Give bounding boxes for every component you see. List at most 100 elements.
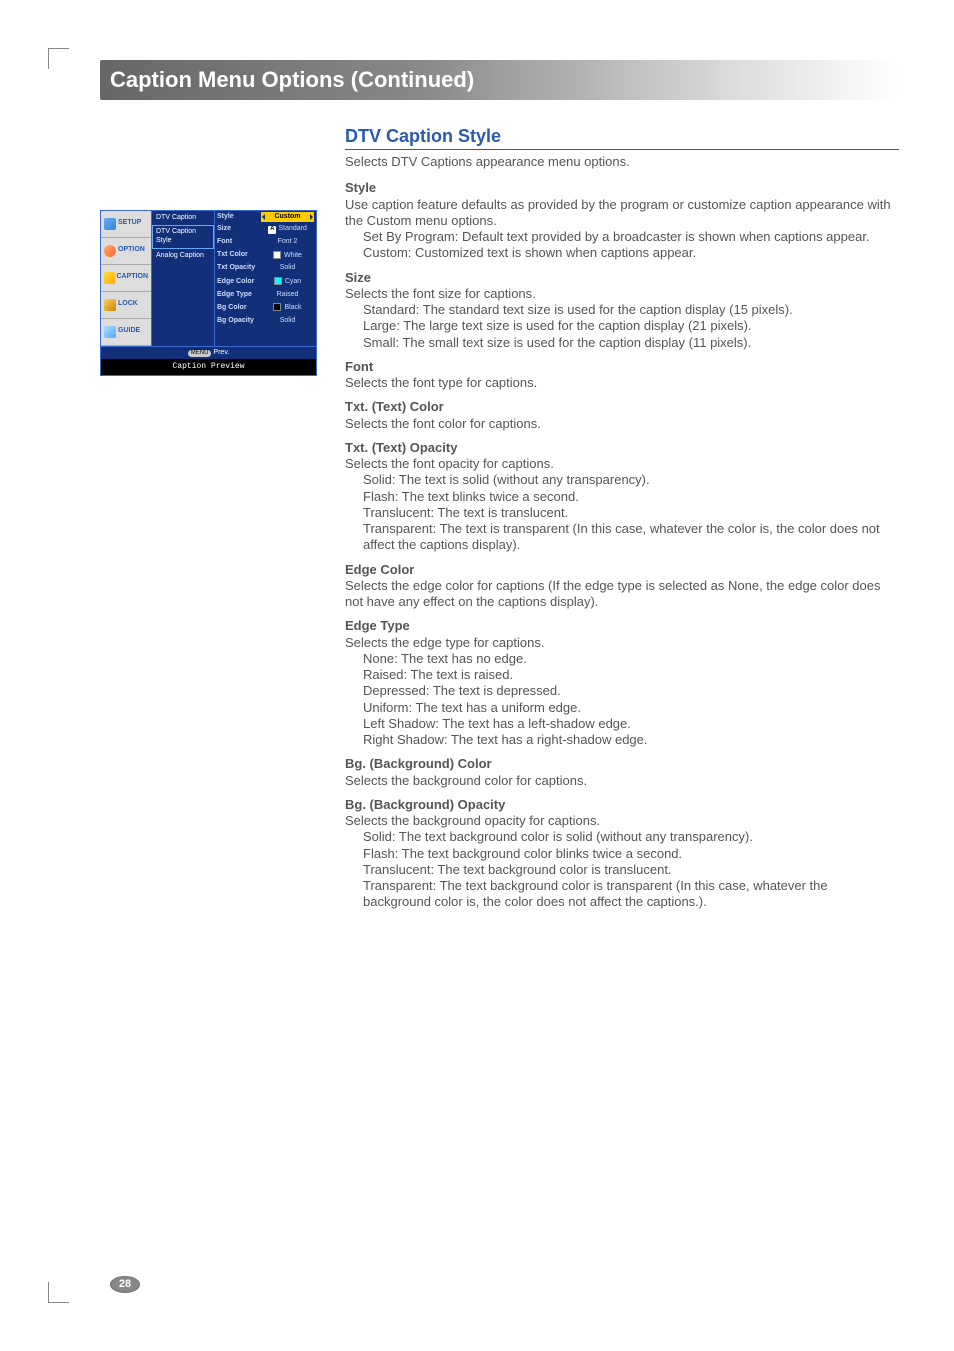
osd-sub-item: DTV Caption Style bbox=[152, 225, 214, 249]
subsection-item: Large: The large text size is used for t… bbox=[345, 318, 899, 334]
subsection-item: None: The text has no edge. bbox=[345, 651, 899, 667]
subsection-body: Selects the edge color for captions (If … bbox=[345, 578, 899, 611]
color-swatch-icon bbox=[274, 277, 282, 285]
osd-property-row: Edge Type Raised bbox=[215, 289, 316, 302]
osd-nav-label: CAPTION bbox=[117, 273, 149, 282]
osd-nav-item: LOCK bbox=[101, 292, 151, 319]
subsection-body: Selects the font size for captions. bbox=[345, 286, 899, 302]
subsection-body: Selects the background opacity for capti… bbox=[345, 813, 899, 829]
menu-key-icon: MENU bbox=[188, 350, 212, 358]
osd-value-text: Raised bbox=[277, 291, 299, 298]
subsection-heading: Bg. (Background) Color bbox=[345, 756, 899, 772]
subsection-body: Selects the font color for captions. bbox=[345, 416, 899, 432]
osd-property-label: Bg Opacity bbox=[217, 317, 261, 326]
osd-property-label: Edge Type bbox=[217, 291, 261, 300]
option-icon bbox=[104, 245, 116, 257]
osd-nav-label: LOCK bbox=[118, 300, 138, 309]
section-title: DTV Caption Style bbox=[345, 125, 899, 151]
subsection-item: Small: The small text size is used for t… bbox=[345, 335, 899, 351]
osd-nav-label: SETUP bbox=[118, 219, 141, 228]
osd-property-value: Black bbox=[261, 302, 314, 314]
osd-value-text: White bbox=[284, 252, 302, 259]
lock-icon bbox=[104, 299, 116, 311]
crop-mark-bottom bbox=[48, 1282, 69, 1303]
osd-property-label: Txt Color bbox=[217, 251, 261, 260]
subsection-item: Flash: The text blinks twice a second. bbox=[345, 489, 899, 505]
osd-menu-screenshot: SETUP OPTION CAPTION LOCK GUIDE DTV CaptionD… bbox=[100, 210, 317, 377]
subsection-heading: Style bbox=[345, 180, 899, 196]
osd-property-label: Size bbox=[217, 225, 261, 234]
subsection-body: Selects the edge type for captions. bbox=[345, 635, 899, 651]
subsection-item: Solid: The text is solid (without any tr… bbox=[345, 472, 899, 488]
osd-submenu: DTV CaptionDTV Caption StyleAnalog Capti… bbox=[151, 211, 214, 346]
osd-property-label: Txt Opacity bbox=[217, 264, 261, 273]
osd-property-row: Txt Color White bbox=[215, 249, 316, 263]
osd-property-value: Custom bbox=[261, 212, 314, 223]
subsection-item: Translucent: The text background color i… bbox=[345, 862, 899, 878]
osd-property-value: White bbox=[261, 250, 314, 262]
osd-nav-item: OPTION bbox=[101, 238, 151, 265]
osd-property-value: Solid bbox=[261, 263, 314, 274]
osd-nav-item: CAPTION bbox=[101, 265, 151, 292]
osd-property-value: AStandard bbox=[261, 224, 314, 235]
subsection-body: Selects the font type for captions. bbox=[345, 375, 899, 391]
setup-icon bbox=[104, 218, 116, 230]
section-lead: Selects DTV Captions appearance menu opt… bbox=[345, 154, 899, 170]
osd-nav-label: OPTION bbox=[118, 246, 145, 255]
osd-footer: MENUPrev. bbox=[101, 346, 316, 360]
caption-icon bbox=[104, 272, 115, 284]
osd-nav-item: GUIDE bbox=[101, 319, 151, 346]
osd-caption-preview: Caption Preview bbox=[101, 359, 316, 375]
osd-nav-label: GUIDE bbox=[118, 327, 140, 336]
osd-value-text: Standard bbox=[278, 225, 306, 232]
subsection-item: Standard: The standard text size is used… bbox=[345, 302, 899, 318]
osd-value-text: Solid bbox=[280, 317, 296, 324]
guide-icon bbox=[104, 326, 116, 338]
subsection-heading: Size bbox=[345, 270, 899, 286]
color-swatch-icon bbox=[273, 303, 281, 311]
subsection-item: Custom: Customized text is shown when ca… bbox=[345, 245, 899, 261]
osd-value-text: Cyan bbox=[285, 278, 301, 285]
subsection-item: Uniform: The text has a uniform edge. bbox=[345, 700, 899, 716]
osd-property-label: Font bbox=[217, 238, 261, 247]
subsection-heading: Edge Type bbox=[345, 618, 899, 634]
color-swatch-icon bbox=[273, 251, 281, 259]
subsection-heading: Edge Color bbox=[345, 562, 899, 578]
subsection-item: Solid: The text background color is soli… bbox=[345, 829, 899, 845]
osd-footer-label: Prev. bbox=[213, 349, 229, 356]
subsection-item: Flash: The text background color blinks … bbox=[345, 846, 899, 862]
osd-value-text: Font 2 bbox=[278, 238, 298, 245]
page-number-badge: 28 bbox=[110, 1276, 140, 1293]
subsection-item: Set By Program: Default text provided by… bbox=[345, 229, 899, 245]
osd-property-value: Font 2 bbox=[261, 237, 314, 248]
osd-property-row: Bg ColorBlack bbox=[215, 301, 316, 315]
osd-prev-hint bbox=[215, 328, 316, 330]
osd-nav: SETUP OPTION CAPTION LOCK GUIDE bbox=[101, 211, 151, 346]
osd-property-row: SizeAStandard bbox=[215, 223, 316, 236]
subsection-item: Transparent: The text background color i… bbox=[345, 878, 899, 911]
osd-property-row: Style Custom bbox=[215, 211, 316, 224]
osd-property-value: Cyan bbox=[261, 276, 314, 288]
subsection-heading: Bg. (Background) Opacity bbox=[345, 797, 899, 813]
subsection-item: Transparent: The text is transparent (In… bbox=[345, 521, 899, 554]
subsection-heading: Font bbox=[345, 359, 899, 375]
page-title: Caption Menu Options (Continued) bbox=[100, 60, 899, 100]
osd-properties: StyleCustomSizeAStandardFontFont 2Txt Co… bbox=[214, 211, 316, 346]
a-key-icon: A bbox=[268, 226, 276, 234]
osd-value-text: Custom bbox=[274, 213, 300, 220]
osd-property-row: Font Font 2 bbox=[215, 236, 316, 249]
osd-property-row: Bg Opacity Solid bbox=[215, 315, 316, 328]
subsection-heading: Txt. (Text) Color bbox=[345, 399, 899, 415]
crop-mark-top bbox=[48, 48, 69, 69]
osd-property-row: Edge Color Cyan bbox=[215, 275, 316, 289]
osd-property-label: Style bbox=[217, 213, 261, 222]
subsection-body: Use caption feature defaults as provided… bbox=[345, 197, 899, 230]
subsection-item: Right Shadow: The text has a right-shado… bbox=[345, 732, 899, 748]
osd-property-value: Solid bbox=[261, 316, 314, 327]
osd-value-text: Black bbox=[284, 304, 301, 311]
subsection-heading: Txt. (Text) Opacity bbox=[345, 440, 899, 456]
osd-property-label: Edge Color bbox=[217, 278, 261, 287]
subsection-item: Raised: The text is raised. bbox=[345, 667, 899, 683]
osd-sub-item: Analog Caption bbox=[152, 249, 214, 264]
subsection-item: Depressed: The text is depressed. bbox=[345, 683, 899, 699]
